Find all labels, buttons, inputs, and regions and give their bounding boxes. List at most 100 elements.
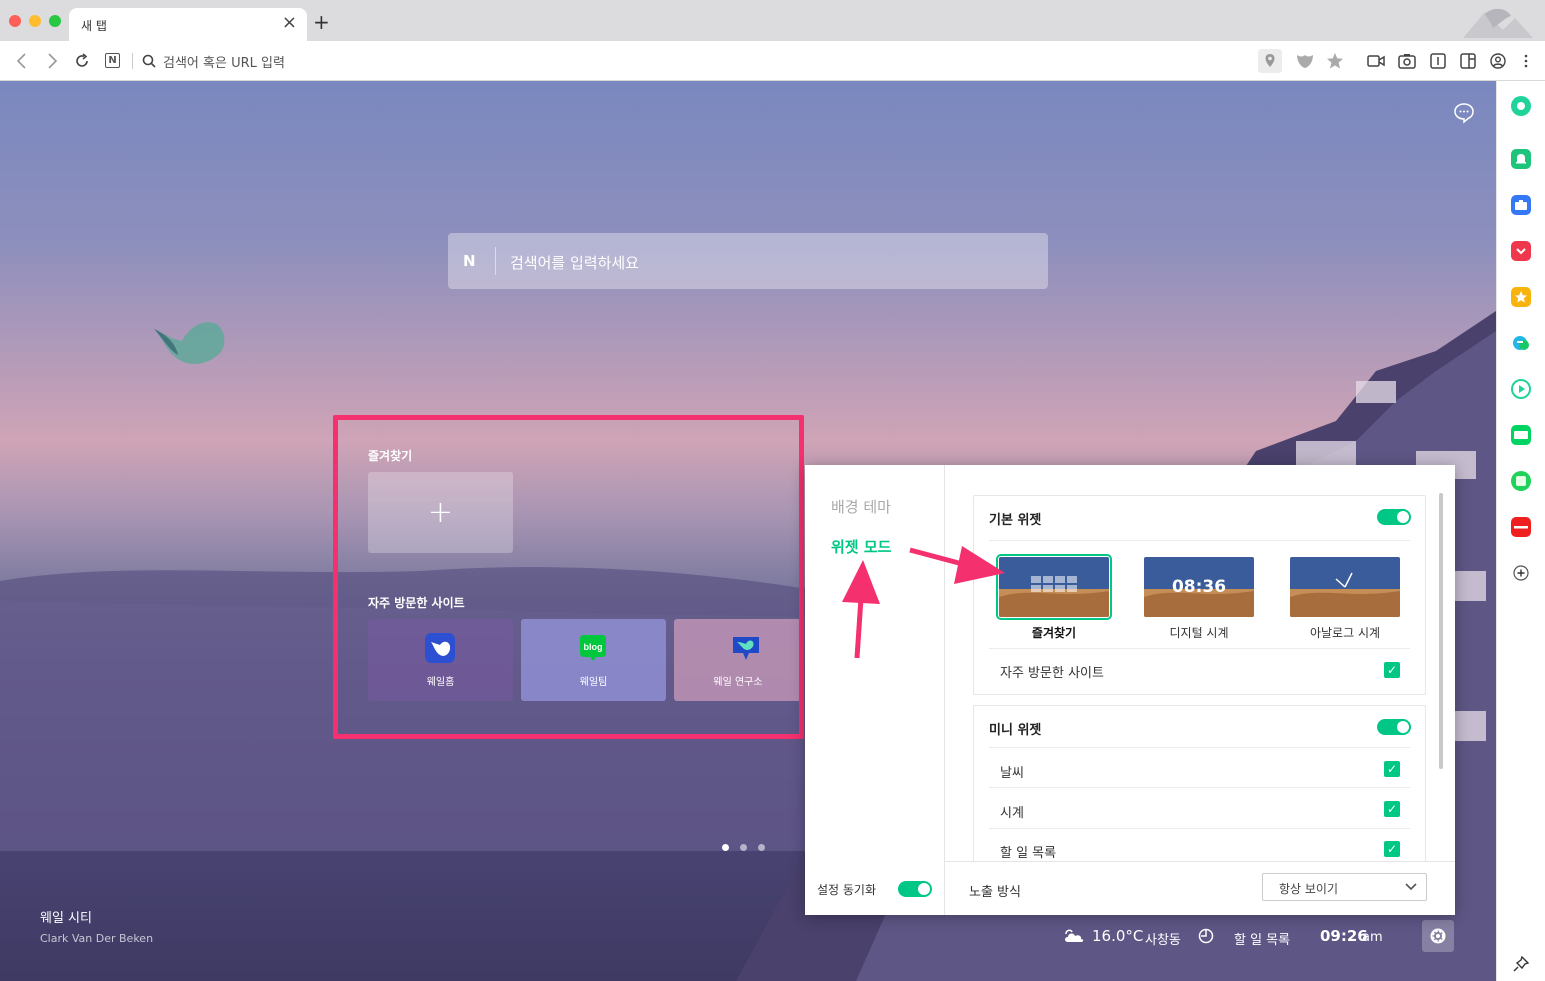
whale-logo-icon — [1463, 8, 1533, 38]
favorites-widget-option[interactable] — [996, 554, 1112, 620]
reader-mode-icon[interactable] — [1428, 51, 1448, 71]
shield-icon[interactable] — [1295, 51, 1315, 71]
main-search-bar[interactable]: N 검색어를 입력하세요 — [448, 233, 1048, 289]
background-title: 웨일 시티 — [40, 911, 92, 926]
mini-widget-title: 미니 위젯 — [989, 723, 1042, 738]
basic-widget-toggle[interactable] — [1377, 509, 1411, 525]
page-indicator — [722, 836, 776, 855]
play-icon[interactable] — [1511, 379, 1531, 399]
webtoon-icon[interactable] — [1511, 425, 1531, 445]
divider — [989, 787, 1410, 788]
clock-time: 09:26 — [1320, 927, 1368, 945]
bookmark-star-icon[interactable] — [1325, 51, 1345, 71]
mini-widget-group: 미니 위젯 날씨 ✓ 시계 ✓ 할 일 목록 ✓ — [973, 705, 1426, 861]
annotation-arrows — [842, 546, 1005, 659]
address-input[interactable]: 검색어 혹은 URL 입력 — [163, 52, 285, 71]
digital-clock-option[interactable]: 08:36 — [1144, 557, 1254, 617]
display-mode-row: 노출 방식 항상 보이기 — [945, 861, 1455, 915]
search-input[interactable]: 검색어를 입력하세요 — [510, 252, 639, 273]
address-toolbar: N 검색어 혹은 URL 입력 — [0, 41, 1545, 81]
divider — [989, 648, 1410, 649]
todo-checkbox[interactable]: ✓ — [1384, 841, 1400, 857]
naver-home-icon[interactable]: N — [105, 53, 120, 68]
divider — [989, 747, 1410, 748]
add-icon[interactable] — [1511, 563, 1531, 583]
favorites-preview — [999, 557, 1109, 617]
digital-clock-preview-time: 08:36 — [1171, 577, 1227, 597]
sync-settings-label: 설정 동기화 — [817, 883, 877, 897]
analog-clock-preview — [1290, 557, 1400, 617]
close-window-button[interactable] — [9, 15, 21, 27]
location-button[interactable] — [1258, 49, 1282, 73]
settings-menu: 배경 테마 위젯 모드 설정 동기화 — [805, 465, 945, 915]
camera-icon[interactable] — [1397, 51, 1417, 71]
analog-clock-option[interactable] — [1290, 557, 1400, 617]
divider — [989, 828, 1410, 829]
clock-ampm: am — [1362, 930, 1383, 945]
chevron-down-icon — [1405, 883, 1417, 891]
green-circle-icon[interactable] — [1511, 96, 1531, 116]
minimize-window-button[interactable] — [29, 15, 41, 27]
right-sidebar — [1496, 81, 1545, 981]
alarm-icon[interactable] — [1511, 149, 1531, 169]
favorites-option-label: 즐겨찾기 — [1031, 626, 1077, 640]
translate-icon[interactable] — [1511, 333, 1531, 353]
profile-icon[interactable] — [1488, 51, 1508, 71]
search-divider — [495, 247, 496, 275]
gear-icon — [1430, 928, 1446, 944]
display-mode-select[interactable]: 항상 보이기 — [1262, 873, 1427, 901]
basic-widget-title: 기본 위젯 — [989, 513, 1042, 528]
menu-background-theme[interactable]: 배경 테마 — [831, 496, 891, 517]
naver-logo-icon: N — [463, 252, 476, 270]
cloud-icon — [1065, 929, 1084, 942]
clock-checkbox[interactable]: ✓ — [1384, 801, 1400, 817]
whale-logo-icon — [154, 322, 225, 364]
weather-location[interactable]: 사창동 — [1145, 929, 1181, 948]
basic-widget-group: 기본 위젯 08:36 즐겨찾기 디지털 시계 아날로그 시계 자주 방문한 사… — [973, 495, 1426, 695]
split-view-icon[interactable] — [1458, 51, 1478, 71]
forward-icon[interactable] — [42, 51, 62, 71]
search-icon — [139, 51, 159, 71]
mini-widget-toggle[interactable] — [1377, 719, 1411, 735]
pocket-icon[interactable] — [1511, 241, 1531, 261]
reload-icon[interactable] — [72, 51, 92, 71]
chat-bubble-icon[interactable] — [1453, 102, 1475, 124]
widget-settings-panel: 배경 테마 위젯 모드 설정 동기화 기본 위젯 08:36 즐겨찾기 디지털 … — [805, 465, 1455, 915]
back-icon[interactable] — [12, 51, 32, 71]
page-dot[interactable] — [758, 844, 765, 851]
frequent-sites-option-label: 자주 방문한 사이트 — [1000, 666, 1104, 681]
page-dot[interactable] — [740, 844, 747, 851]
todo-option-label: 할 일 목록 — [1000, 846, 1057, 861]
sync-settings-toggle[interactable] — [898, 881, 932, 897]
analog-clock-option-label: 아날로그 시계 — [1309, 626, 1381, 640]
star-icon[interactable] — [1511, 287, 1531, 307]
briefcase-icon[interactable] — [1511, 195, 1531, 215]
clock-option-label: 시계 — [1000, 806, 1024, 821]
tab-title: 새 탭 — [81, 19, 107, 33]
todo-icon — [1198, 928, 1214, 944]
page-dot[interactable] — [722, 844, 729, 851]
maximize-window-button[interactable] — [49, 15, 61, 27]
background-author: Clark Van Der Beken — [40, 932, 154, 945]
square-icon[interactable] — [1511, 471, 1531, 491]
tab-close-icon[interactable]: × — [282, 13, 297, 33]
weather-option-label: 날씨 — [1000, 766, 1024, 781]
more-menu-icon[interactable] — [1516, 51, 1536, 71]
highlight-frame — [333, 415, 804, 739]
pin-icon[interactable] — [1511, 954, 1531, 974]
todo-list-label[interactable]: 할 일 목록 — [1234, 929, 1290, 948]
active-tab[interactable]: 새 탭 × — [69, 8, 307, 41]
display-mode-value: 항상 보이기 — [1279, 882, 1339, 896]
display-mode-label: 노출 방식 — [969, 885, 1021, 900]
tab-strip: 새 탭 × + — [0, 0, 1545, 41]
weather-checkbox[interactable]: ✓ — [1384, 761, 1400, 777]
video-icon[interactable] — [1366, 51, 1386, 71]
widget-settings-button[interactable] — [1422, 920, 1454, 952]
divider — [989, 540, 1410, 541]
new-tab-button[interactable]: + — [313, 12, 330, 32]
frequent-sites-checkbox[interactable]: ✓ — [1384, 662, 1400, 678]
panel-scrollbar[interactable] — [1439, 493, 1443, 769]
weather-temperature[interactable]: 16.0°C — [1092, 927, 1143, 945]
omnibox-divider — [132, 53, 133, 69]
now-icon[interactable] — [1511, 517, 1531, 537]
